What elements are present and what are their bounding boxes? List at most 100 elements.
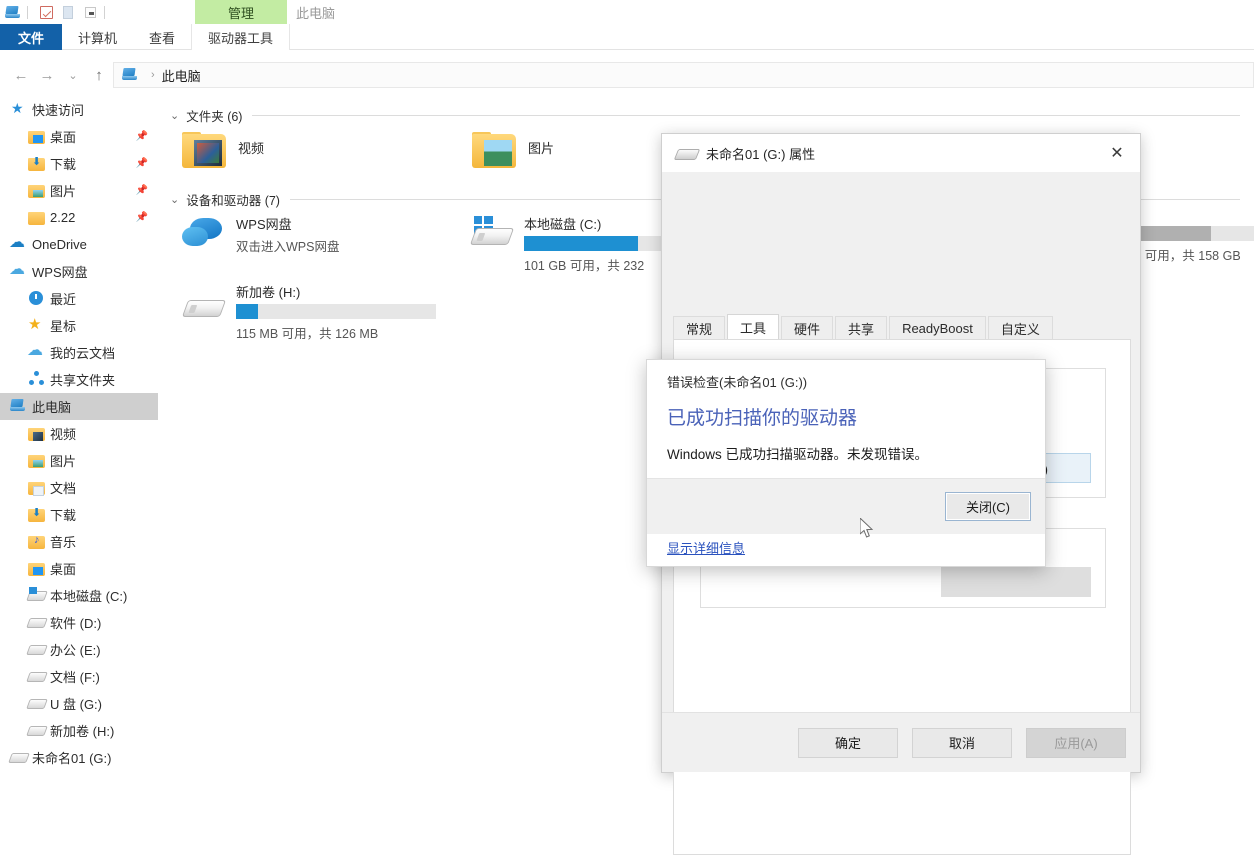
show-details-link[interactable]: 显示详细信息 bbox=[667, 538, 745, 557]
sidebar-item-8[interactable]: 星标 bbox=[0, 312, 158, 339]
sidebar-item-label: 文档 (F:) bbox=[50, 670, 100, 685]
group-header-folders[interactable]: ⌄ 文件夹 (6) bbox=[158, 104, 1254, 126]
tab-sharing[interactable]: 共享 bbox=[835, 316, 888, 339]
sidebar-item-20[interactable]: 办公 (E:) bbox=[0, 636, 158, 663]
sidebar-item-label: 星标 bbox=[50, 319, 77, 334]
sidebar-item-label: 图片 bbox=[50, 184, 77, 199]
folder-item-label: 图片 bbox=[528, 141, 555, 156]
sidebar-item-label: 2.22 bbox=[50, 210, 76, 225]
sidebar-item-4[interactable]: 2.22 📌 bbox=[0, 204, 158, 231]
sidebar-item-14[interactable]: 文档 bbox=[0, 474, 158, 501]
drive-item-wps[interactable]: WPS网盘 双击进入WPS网盘 bbox=[158, 210, 446, 278]
drive-icon bbox=[28, 722, 45, 739]
wps-cloud-icon bbox=[9, 259, 27, 280]
group-divider bbox=[252, 114, 1240, 116]
sidebar-item-15[interactable]: 下载 bbox=[0, 501, 158, 528]
drive-item-clipped[interactable]: :) B 可用，共 158 GB bbox=[1133, 208, 1254, 264]
pin-icon[interactable]: 📌 bbox=[136, 131, 148, 142]
this-pc-icon bbox=[10, 398, 27, 415]
customize-icon[interactable] bbox=[81, 3, 99, 21]
navigation-pane[interactable]: 快速访问桌面 📌 下载 📌 图片 📌 2.22 📌 OneDrive WPS网盘最近星标我的云文档… bbox=[0, 96, 158, 833]
properties-icon[interactable] bbox=[37, 3, 55, 21]
sidebar-item-9[interactable]: 我的云文档 bbox=[0, 339, 158, 366]
drive-item-h[interactable]: 新加卷 (H:) 115 MB 可用，共 126 MB bbox=[158, 278, 446, 346]
sidebar-item-label: 快速访问 bbox=[32, 103, 85, 118]
tab-general[interactable]: 常规 bbox=[673, 316, 726, 339]
tab-tools[interactable]: 工具 bbox=[727, 314, 780, 339]
sidebar-item-3[interactable]: 图片 📌 bbox=[0, 177, 158, 204]
pin-icon[interactable]: 📌 bbox=[136, 158, 148, 169]
address-bar[interactable]: › 此电脑 bbox=[113, 62, 1254, 88]
tab-hardware[interactable]: 硬件 bbox=[781, 316, 834, 339]
apply-button-label: 应用(A) bbox=[1054, 736, 1098, 751]
properties-dialog-title: 未命名01 (G:) 属性 bbox=[706, 146, 816, 162]
folder-downloads-icon bbox=[28, 506, 45, 522]
recent-locations-button[interactable]: ⌄ bbox=[60, 62, 86, 88]
sidebar-item-13[interactable]: 图片 bbox=[0, 447, 158, 474]
ok-button-label: 确定 bbox=[834, 736, 861, 751]
tab-readyboost[interactable]: ReadyBoost bbox=[889, 316, 986, 339]
tab-drive-tools[interactable]: 驱动器工具 bbox=[191, 24, 291, 50]
sidebar-item-19[interactable]: 软件 (D:) bbox=[0, 609, 158, 636]
drive-icon bbox=[676, 146, 698, 160]
sidebar-item-label: 下载 bbox=[50, 508, 77, 523]
tab-customize-label: 自定义 bbox=[1000, 321, 1040, 337]
error-dialog-button-bar: 关闭(C) bbox=[647, 479, 1045, 534]
close-button[interactable]: 关闭(C) bbox=[945, 492, 1031, 521]
up-button[interactable]: ↑ bbox=[86, 62, 112, 88]
folder-video-icon bbox=[28, 428, 45, 441]
sidebar-item-7[interactable]: 最近 bbox=[0, 285, 158, 312]
this-pc-icon[interactable] bbox=[4, 3, 22, 21]
tab-hardware-label: 硬件 bbox=[794, 321, 821, 337]
forward-button[interactable]: → bbox=[34, 62, 60, 88]
tab-computer[interactable]: 计算机 bbox=[62, 24, 133, 50]
pin-icon[interactable]: 📌 bbox=[136, 212, 148, 223]
sidebar-item-0[interactable]: 快速访问 bbox=[0, 96, 158, 123]
folder-downloads-icon bbox=[28, 155, 45, 171]
optimize-button[interactable] bbox=[941, 567, 1091, 597]
sidebar-item-17[interactable]: 桌面 bbox=[0, 555, 158, 582]
sidebar-item-18[interactable]: 本地磁盘 (C:) bbox=[0, 582, 158, 609]
sidebar-item-21[interactable]: 文档 (F:) bbox=[0, 663, 158, 690]
sidebar-item-10[interactable]: 共享文件夹 bbox=[0, 366, 158, 393]
properties-tab-strip[interactable]: 常规 工具 硬件 共享 ReadyBoost 自定义 bbox=[673, 314, 1055, 339]
windows-drive-icon bbox=[28, 587, 45, 604]
error-checking-result-dialog[interactable]: 错误检查(未命名01 (G:)) 已成功扫描你的驱动器 Windows 已成功扫… bbox=[646, 359, 1046, 567]
folder-item-video[interactable]: 视频 bbox=[158, 126, 448, 176]
sidebar-item-23[interactable]: 新加卷 (H:) bbox=[0, 717, 158, 744]
breadcrumb-this-pc[interactable]: 此电脑 bbox=[162, 66, 201, 85]
drive-usage-bar bbox=[236, 304, 436, 319]
sidebar-item-16[interactable]: 音乐 bbox=[0, 528, 158, 555]
drive-name: 新加卷 (H:) bbox=[236, 285, 301, 300]
tab-customize[interactable]: 自定义 bbox=[987, 316, 1053, 339]
sidebar-item-label: 新加卷 (H:) bbox=[50, 724, 115, 739]
drive-icon bbox=[28, 614, 45, 631]
window-title: 此电脑 bbox=[296, 5, 336, 21]
star-yellow-icon bbox=[28, 315, 45, 334]
ok-button[interactable]: 确定 bbox=[798, 727, 898, 758]
sidebar-item-24[interactable]: 未命名01 (G:) bbox=[0, 744, 158, 771]
sidebar-item-11[interactable]: 此电脑 bbox=[0, 393, 158, 420]
drive-name: WPS网盘 bbox=[236, 217, 292, 232]
tab-file[interactable]: 文件 bbox=[0, 24, 63, 50]
chevron-down-icon[interactable]: ⌄ bbox=[170, 193, 179, 206]
drive-icon bbox=[28, 668, 45, 685]
chevron-down-icon[interactable]: ⌄ bbox=[170, 109, 179, 122]
tab-computer-label: 计算机 bbox=[78, 30, 118, 46]
sidebar-item-2[interactable]: 下载 📌 bbox=[0, 150, 158, 177]
close-icon[interactable]: ✕ bbox=[1094, 134, 1140, 172]
back-button[interactable]: ← bbox=[8, 62, 34, 88]
sidebar-item-12[interactable]: 视频 bbox=[0, 420, 158, 447]
new-folder-icon[interactable] bbox=[59, 3, 77, 21]
pin-icon[interactable]: 📌 bbox=[136, 185, 148, 196]
sidebar-item-5[interactable]: OneDrive bbox=[0, 231, 158, 258]
sidebar-item-22[interactable]: U 盘 (G:) bbox=[0, 690, 158, 717]
properties-dialog-titlebar[interactable]: 未命名01 (G:) 属性 ✕ bbox=[662, 134, 1140, 172]
sidebar-item-6[interactable]: WPS网盘 bbox=[0, 258, 158, 285]
contextual-tab-group-manage[interactable]: 管理 bbox=[195, 0, 287, 24]
sidebar-item-1[interactable]: 桌面 📌 bbox=[0, 123, 158, 150]
error-dialog-caption: 错误检查(未命名01 (G:)) bbox=[667, 375, 808, 390]
tab-view[interactable]: 查看 bbox=[133, 24, 191, 50]
drive-icon bbox=[28, 695, 45, 712]
cancel-button[interactable]: 取消 bbox=[912, 727, 1012, 758]
